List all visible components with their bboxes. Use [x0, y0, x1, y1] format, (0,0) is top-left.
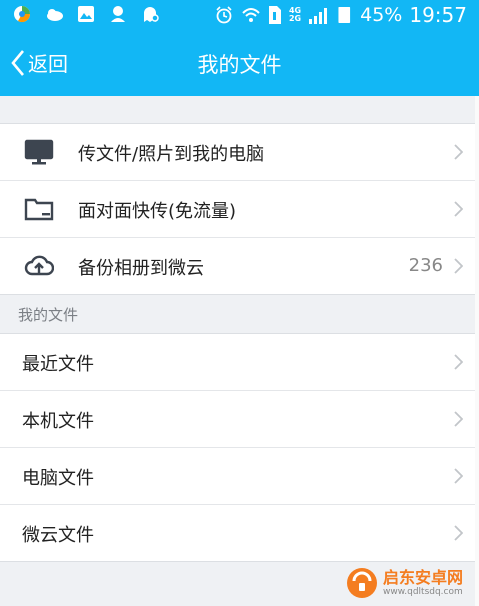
ghost-icon [144, 7, 159, 22]
chevron-right-icon [454, 411, 463, 427]
network-type: 4G 2G [289, 7, 301, 23]
gallery-icon [78, 6, 94, 22]
backup-count: 236 [408, 255, 443, 276]
alarm-icon [216, 6, 232, 24]
wifi-icon [242, 8, 260, 22]
sim-icon [268, 6, 281, 24]
computer-files-label: 电脑文件 [22, 468, 94, 489]
transfer-to-computer-label: 传文件/照片到我的电脑 [78, 144, 265, 165]
folder-icon [24, 198, 54, 221]
signal-icon [309, 8, 328, 24]
chevron-right-icon [454, 468, 463, 484]
chevron-right-icon [454, 144, 463, 160]
scrollbar[interactable] [475, 96, 479, 606]
page-title: 我的文件 [197, 53, 282, 77]
transfer-to-computer-item[interactable]: 传文件/照片到我的电脑 [0, 124, 475, 181]
battery-icon [338, 7, 351, 23]
weiyun-files-item[interactable]: 微云文件 [0, 505, 475, 561]
local-files-item[interactable]: 本机文件 [0, 391, 475, 448]
battery-percent: 45% [360, 4, 403, 26]
weiyun-files-label: 微云文件 [22, 525, 94, 546]
chevron-right-icon [454, 201, 463, 217]
chevron-right-icon [454, 354, 463, 370]
clock: 19:57 [409, 3, 467, 27]
local-files-label: 本机文件 [22, 411, 94, 432]
watermark-url: www.qdltsdq.com [383, 586, 463, 597]
face-to-face-transfer-label: 面对面快传(免流量) [78, 201, 237, 222]
network-bottom-label: 2G [288, 14, 302, 23]
recent-files-item[interactable]: 最近文件 [0, 334, 475, 391]
chevron-right-icon [454, 525, 463, 541]
weather-icon [47, 9, 63, 21]
face-to-face-transfer-item[interactable]: 面对面快传(免流量) [0, 181, 475, 238]
recent-files-label: 最近文件 [22, 354, 94, 375]
status-bar: 4G 2G 45% 19:57 [0, 0, 479, 30]
browser-icon [14, 6, 31, 23]
app-icon [111, 6, 125, 22]
watermark: 启东安卓网 www.qdltsdq.com [345, 566, 463, 600]
watermark-name: 启东安卓网 [383, 567, 464, 587]
main-actions-list: 传文件/照片到我的电脑 面对面快传(免流量) 备份相册到微云 236 [0, 123, 475, 295]
file-categories-list: 最近文件 本机文件 电脑文件 微云文件 [0, 333, 475, 562]
watermark-logo-icon [347, 568, 377, 598]
section-title: 我的文件 [18, 306, 79, 324]
chevron-right-icon [454, 258, 463, 274]
cloud-upload-icon [24, 255, 54, 276]
monitor-icon [24, 139, 54, 165]
nav-bar: 返回 我的文件 [0, 30, 479, 96]
backup-album-item[interactable]: 备份相册到微云 236 [0, 238, 475, 294]
backup-album-label: 备份相册到微云 [78, 258, 204, 279]
computer-files-item[interactable]: 电脑文件 [0, 448, 475, 505]
